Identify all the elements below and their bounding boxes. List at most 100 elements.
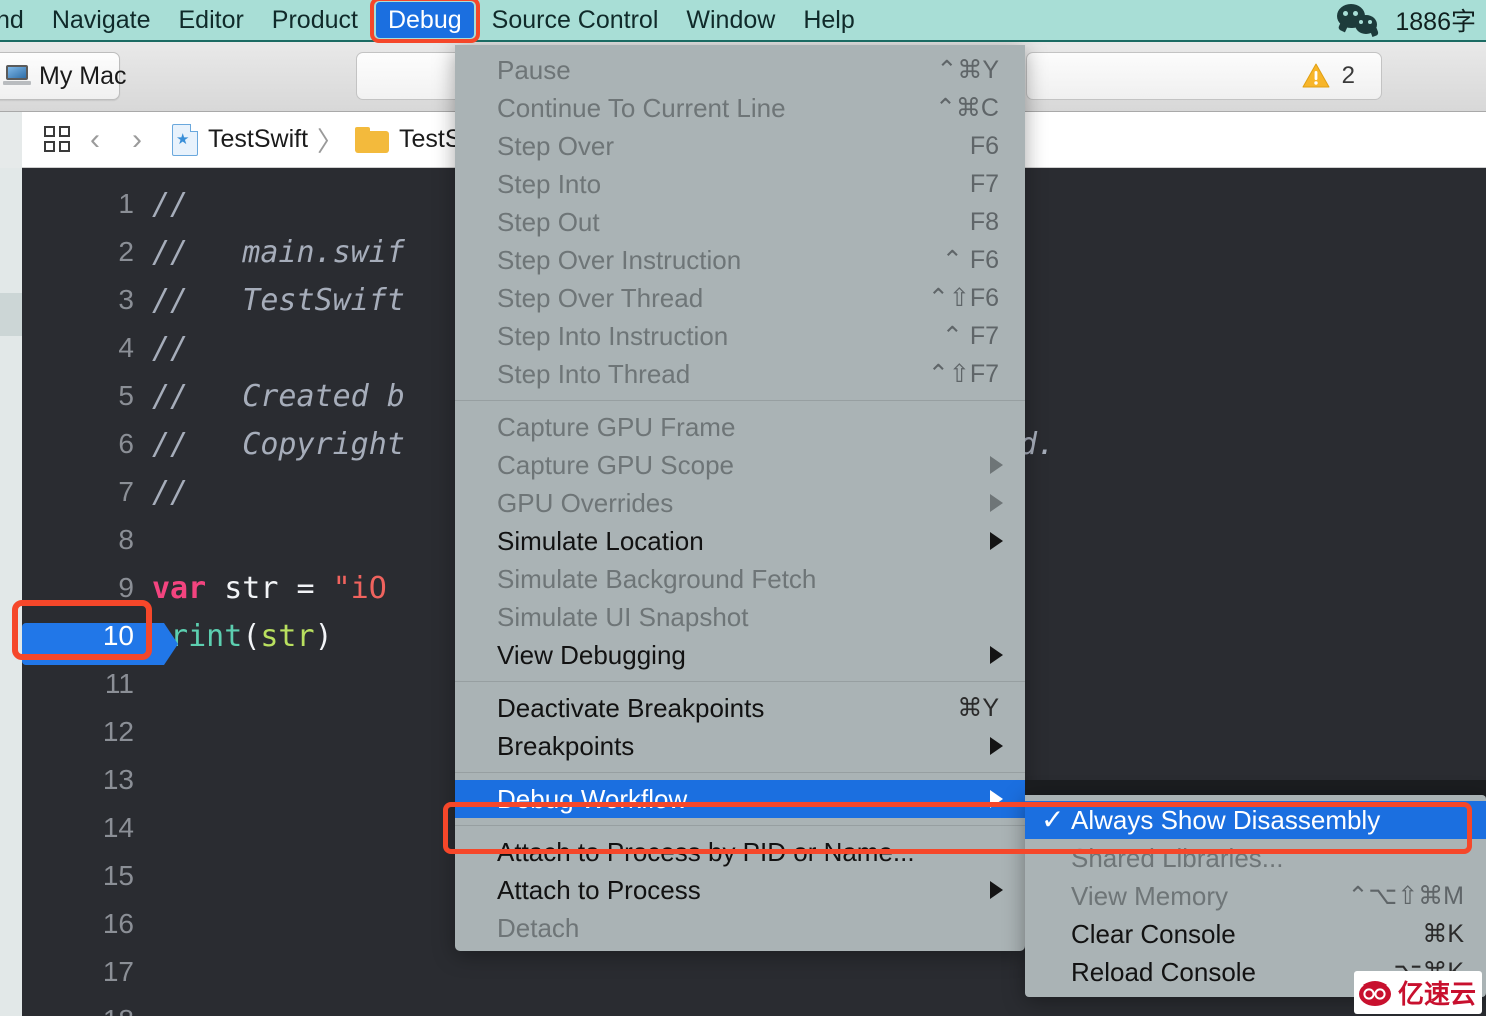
line-number-gutter[interactable]: 13 [22, 764, 152, 796]
menu-item-label: Continue To Current Line [497, 92, 786, 123]
code-token: var [152, 570, 207, 606]
menu-item-view-debugging[interactable]: View Debugging [455, 636, 1025, 674]
menu-item-capture-gpu-frame: Capture GPU Frame [455, 408, 1025, 446]
warning-triangle-icon [1302, 63, 1330, 89]
menu-item-label: Step Out [497, 206, 600, 237]
menu-item-simulate-background-fetch: Simulate Background Fetch [455, 560, 1025, 598]
menu-bar-item-window[interactable]: Window [672, 0, 789, 40]
code-text: // [152, 475, 188, 510]
code-text: // [152, 187, 188, 222]
breadcrumb-project[interactable]: TestSwift [208, 125, 308, 154]
submenu-item-label: Shared Libraries... [1071, 842, 1284, 873]
code-token: // Created b [152, 378, 405, 414]
chevron-left-icon[interactable]: ‹ [74, 123, 116, 157]
issue-status-field[interactable]: 2 [1026, 52, 1382, 100]
menu-bar-status-area: 1886字 [1337, 2, 1486, 38]
wechat-char-count: 1886字 [1395, 8, 1476, 36]
menu-bar-item-editor[interactable]: Editor [164, 0, 257, 40]
code-token: // [152, 186, 189, 222]
line-number-gutter[interactable]: 1 [22, 188, 152, 220]
line-number-gutter[interactable]: 15 [22, 860, 152, 892]
menu-item-label: Detach [497, 912, 580, 943]
line-number-gutter[interactable]: 3 [22, 284, 152, 316]
menu-item-label: View Debugging [497, 639, 686, 670]
menu-item-label: Step Into Thread [497, 358, 691, 389]
checkmark-icon: ✓ [1041, 804, 1065, 835]
menu-item-label: Deactivate Breakpoints [497, 692, 765, 723]
menu-item-simulate-location[interactable]: Simulate Location [455, 522, 1025, 560]
line-number-gutter[interactable]: 7 [22, 476, 152, 508]
wechat-icon[interactable] [1337, 4, 1381, 37]
menu-item-attach-to-process-by-pid-or-name[interactable]: Attach to Process by PID or Name... [455, 833, 1025, 871]
menu-bar-items: nd Navigate Editor Product Debug Source Contr… [0, 0, 869, 43]
line-number-gutter[interactable]: 18 [22, 1004, 152, 1016]
menu-item-attach-to-process[interactable]: Attach to Process [455, 871, 1025, 909]
submenu-item-label: Clear Console [1071, 918, 1236, 949]
menu-item-deactivate-breakpoints[interactable]: Deactivate Breakpoints ⌘Y [455, 689, 1025, 727]
submenu-item-shortcut: ⌘K [1422, 920, 1464, 948]
watermark-text: 亿速云 [1397, 979, 1476, 1009]
menu-item-label: Step Into [497, 168, 602, 199]
submenu-item-clear-console[interactable]: Clear Console ⌘K [1025, 915, 1486, 953]
line-number-gutter[interactable]: 6 [22, 428, 152, 460]
navigator-strip[interactable] [0, 168, 22, 1016]
code-text: print(str) [152, 619, 333, 654]
menu-separator [455, 400, 1025, 401]
yisuyun-logo-icon [1358, 978, 1392, 1008]
menu-item-label: Attach to Process by PID or Name... [497, 836, 915, 867]
line-number-gutter[interactable]: 16 [22, 908, 152, 940]
line-number-gutter[interactable]: 11 [22, 668, 152, 700]
navigator-strip-top [0, 112, 22, 168]
menu-item-debug-workflow[interactable]: Debug Workflow [455, 780, 1025, 818]
menu-bar-item-product[interactable]: Product [258, 0, 372, 40]
menu-item-label: Attach to Process [497, 874, 701, 905]
line-number: 10 [102, 620, 134, 651]
menu-item-shortcut: F6 [969, 131, 999, 160]
submenu-item-label: View Memory [1071, 880, 1229, 911]
menu-item-step-into-thread: Step Into Thread ⌃⇧F7 [455, 355, 1025, 393]
submenu-item-label: Always Show Disassembly [1071, 804, 1381, 835]
menu-item-detach: Detach [455, 909, 1025, 947]
line-number-gutter[interactable]: 5 [22, 380, 152, 412]
submenu-arrow-icon [990, 532, 1003, 550]
line-number-gutter[interactable]: 9 [22, 572, 152, 604]
menu-item-label: Capture GPU Scope [497, 449, 735, 480]
debug-workflow-submenu-items: ✓ Always Show Disassembly Shared Libraries… [1025, 801, 1486, 991]
submenu-arrow-icon [990, 456, 1003, 474]
menu-item-shortcut: ⌃⇧F6 [927, 284, 999, 312]
menu-item-label: Step Into Instruction [497, 320, 729, 351]
menu-item-label: GPU Overrides [497, 487, 674, 518]
menu-item-step-over-instruction: Step Over Instruction ⌃ F6 [455, 241, 1025, 279]
line-number-gutter[interactable]: 8 [22, 524, 152, 556]
menu-item-breakpoints[interactable]: Breakpoints [455, 727, 1025, 765]
code-text: // [152, 331, 188, 366]
menu-bar-item-nd[interactable]: nd [0, 0, 38, 40]
watermark: 亿速云 [1353, 971, 1482, 1014]
swift-project-icon: ★ [172, 123, 198, 156]
chevron-right-icon[interactable]: › [116, 123, 158, 157]
debug-menu[interactable]: Pause ⌃⌘Y Continue To Current Line ⌃⌘C Step … [455, 45, 1025, 951]
breakpoint-marker[interactable] [22, 623, 178, 665]
submenu-arrow-icon [990, 494, 1003, 512]
menu-item-label: Simulate UI Snapshot [497, 601, 749, 632]
line-number-gutter[interactable]: 10 [22, 620, 178, 665]
grid-icon[interactable] [44, 125, 74, 154]
line-number-gutter[interactable]: 14 [22, 812, 152, 844]
menu-separator [455, 825, 1025, 826]
menu-separator [455, 681, 1025, 682]
debug-workflow-submenu[interactable]: ✓ Always Show Disassembly Shared Libraries… [1025, 795, 1486, 997]
line-number-gutter[interactable]: 2 [22, 236, 152, 268]
code-token: // main.swif [152, 234, 405, 270]
menu-bar-item-debug[interactable]: Debug [375, 2, 474, 38]
menu-item-shortcut: ⌃ F6 [941, 246, 999, 274]
menu-bar-item-help[interactable]: Help [789, 0, 868, 40]
submenu-item-always-show-disassembly[interactable]: ✓ Always Show Disassembly [1025, 801, 1486, 839]
menu-bar-item-source-control[interactable]: Source Control [478, 0, 673, 40]
scheme-destination-button[interactable]: My Mac [0, 52, 127, 100]
line-number-gutter[interactable]: 4 [22, 332, 152, 364]
menu-item-shortcut: F7 [969, 169, 999, 198]
menu-bar-item-navigate[interactable]: Navigate [38, 0, 165, 40]
line-number-gutter[interactable]: 12 [22, 716, 152, 748]
line-number-gutter[interactable]: 17 [22, 956, 152, 988]
code-line[interactable]: 18 [22, 996, 1486, 1016]
